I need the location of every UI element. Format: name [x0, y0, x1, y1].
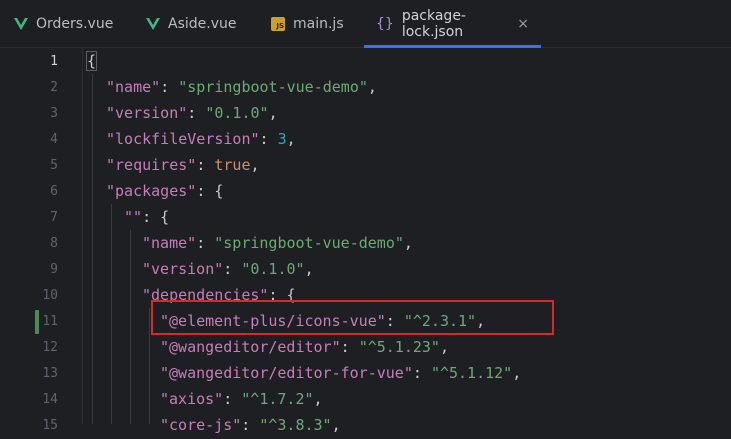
line-number: 3	[50, 106, 58, 121]
line-number: 5	[50, 158, 58, 173]
json-key: "@wangeditor/editor-for-vue"	[160, 364, 413, 382]
vue-icon	[14, 17, 28, 30]
comma: ,	[439, 338, 449, 356]
json-value: {	[160, 208, 170, 226]
tab-aside-vue[interactable]: Aside.vue	[134, 0, 248, 47]
json-value: "springboot-vue-demo"	[214, 234, 404, 252]
line-number: 12	[42, 340, 58, 355]
line-number: 13	[42, 366, 58, 381]
json-value: "^3.8.3"	[259, 416, 332, 434]
code-line-1: {	[85, 48, 98, 74]
indent-guide	[92, 74, 93, 424]
json-key: "requires"	[106, 156, 197, 174]
comma: ,	[304, 260, 314, 278]
code-line-9: "version": "0.1.0",	[142, 256, 314, 282]
code-editor[interactable]: 1 2 3 4 5 6 7 8 9 10 11 12 13 14 15 { "n…	[0, 48, 731, 434]
code-line-3: "version": "0.1.0",	[106, 100, 278, 126]
comma: ,	[250, 156, 260, 174]
comma: ,	[512, 364, 522, 382]
json-key: ""	[124, 208, 143, 226]
json-value: "0.1.0"	[241, 260, 305, 278]
json-value: "^1.7.2"	[241, 390, 314, 408]
json-value: 3	[277, 130, 287, 148]
brace: {	[85, 51, 98, 71]
line-number: 4	[50, 132, 58, 147]
vue-icon	[146, 17, 160, 30]
json-key: "version"	[142, 260, 224, 278]
indent-guide	[149, 308, 150, 424]
code-line-4: "lockfileVersion": 3,	[106, 126, 296, 152]
line-number: 1	[50, 54, 58, 69]
comma: ,	[286, 130, 296, 148]
indent-guide	[111, 204, 112, 424]
json-key: "name"	[142, 234, 197, 252]
json-value: "0.1.0"	[205, 104, 269, 122]
code-line-13: "@wangeditor/editor-for-vue": "^5.1.12",	[160, 360, 521, 386]
gutter-separator	[82, 48, 83, 424]
json-value: "^5.1.12"	[430, 364, 513, 382]
json-key: "version"	[106, 104, 188, 122]
colon: :	[142, 208, 161, 226]
code-line-6: "packages": {	[106, 178, 223, 204]
comma: ,	[331, 416, 341, 434]
json-key: "packages"	[106, 182, 197, 200]
colon: :	[160, 78, 179, 96]
line-number: 7	[50, 210, 58, 225]
line-number-gutter: 1 2 3 4 5 6 7 8 9 10 11 12 13 14 15	[0, 48, 74, 433]
line-number: 15	[42, 418, 58, 433]
colon: :	[259, 130, 278, 148]
json-key: "lockfileVersion"	[106, 130, 260, 148]
colon: :	[196, 182, 215, 200]
json-value: "^5.1.23"	[358, 338, 440, 356]
json-key: "axios"	[160, 390, 224, 408]
line-number: 2	[50, 80, 58, 95]
tab-label: package-lock.json	[401, 7, 466, 40]
tab-package-lock-json[interactable]: {} package-lock.json ×	[364, 0, 541, 48]
colon: :	[196, 156, 215, 174]
json-value: "springboot-vue-demo"	[178, 78, 368, 96]
tab-label: Orders.vue	[36, 15, 114, 32]
tab-label: main.js	[293, 15, 344, 32]
code-line-2: "name": "springboot-vue-demo",	[106, 74, 377, 100]
js-icon: JS	[271, 16, 285, 31]
line-number: 8	[50, 236, 58, 251]
colon: :	[241, 416, 260, 434]
tab-main-js[interactable]: JS main.js	[259, 0, 356, 47]
code-line-7: "": {	[124, 204, 169, 230]
editor-tab-bar: Orders.vue Aside.vue JS main.js {} packa…	[0, 0, 731, 48]
tab-orders-vue[interactable]: Orders.vue	[2, 0, 125, 47]
colon: :	[223, 260, 242, 278]
comma: ,	[268, 104, 278, 122]
json-key: "name"	[106, 78, 161, 96]
red-highlight-box	[151, 300, 554, 335]
code-line-14: "axios": "^1.7.2",	[160, 386, 323, 412]
vcs-change-marker	[35, 310, 39, 334]
tab-label: Aside.vue	[168, 15, 237, 32]
line-number: 9	[50, 262, 58, 277]
close-icon[interactable]: ×	[517, 16, 529, 32]
colon: :	[187, 104, 206, 122]
json-icon: {}	[376, 15, 394, 32]
colon: :	[340, 338, 359, 356]
json-key: "@wangeditor/editor"	[160, 338, 341, 356]
line-number: 11	[42, 314, 58, 329]
json-value: {	[214, 182, 224, 200]
colon: :	[196, 234, 215, 252]
json-value: true	[214, 156, 251, 174]
code-line-5: "requires": true,	[106, 152, 260, 178]
code-line-8: "name": "springboot-vue-demo",	[142, 230, 413, 256]
comma: ,	[313, 390, 323, 408]
colon: :	[223, 390, 242, 408]
code-line-15: "core-js": "^3.8.3",	[160, 412, 341, 438]
indent-guide	[130, 230, 131, 424]
json-key: "core-js"	[160, 416, 242, 434]
comma: ,	[403, 234, 413, 252]
code-line-12: "@wangeditor/editor": "^5.1.23",	[160, 334, 449, 360]
comma: ,	[367, 78, 377, 96]
line-number: 6	[50, 184, 58, 199]
line-number: 14	[42, 392, 58, 407]
colon: :	[412, 364, 431, 382]
line-number: 10	[42, 288, 58, 303]
